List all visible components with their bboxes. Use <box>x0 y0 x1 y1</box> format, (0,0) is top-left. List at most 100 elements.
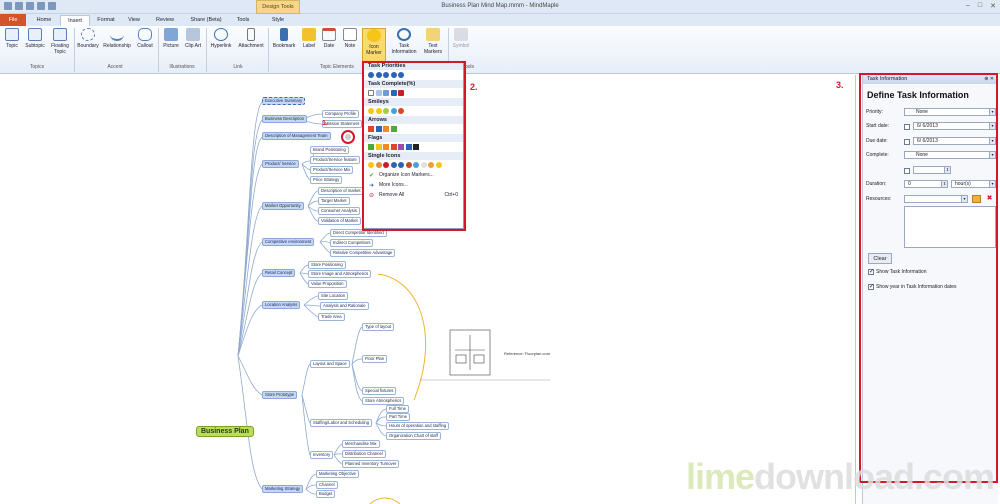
subtopic-company-profile[interactable]: Company Profile <box>322 110 359 118</box>
maximize-icon[interactable]: □ <box>978 2 982 10</box>
attachment-button[interactable]: Attachment <box>236 28 266 49</box>
subtopic-distribution-channel[interactable]: Distribution Channel <box>342 450 386 458</box>
subtopic-description-of-market[interactable]: Description of market <box>318 187 364 195</box>
hyperlink-label: Hyperlink <box>210 43 232 49</box>
note-label: Note <box>344 43 356 49</box>
boundary-icon <box>81 28 95 41</box>
label-label: Label <box>302 43 316 49</box>
title-bar: Business Plan Mind Map.mmm - MindMaple D… <box>0 0 1000 14</box>
add-marker-icon[interactable] <box>345 134 351 140</box>
subtopic-layout-and-space[interactable]: Layout and Space <box>310 360 350 368</box>
picture-button[interactable]: Picture <box>160 28 182 49</box>
tab-home[interactable]: Home <box>30 15 58 26</box>
subtopic-value-proposition[interactable]: Value Proposition <box>308 280 347 288</box>
subtopic-special-fixtures[interactable]: Special fixtures <box>362 387 397 395</box>
topic-location-analysis[interactable]: Location Analysis <box>262 301 301 309</box>
subtopic-label: Subtopic <box>25 43 45 49</box>
subtopic-organization-chart[interactable]: Organization Chart of staff <box>386 432 441 440</box>
subtopic-button[interactable]: Subtopic <box>23 28 47 49</box>
floating-topic-button[interactable]: Floating Topic <box>48 28 72 55</box>
topic-competitive-environment[interactable]: Competitive environment <box>262 238 315 246</box>
hyperlink-button[interactable]: Hyperlink <box>208 28 234 49</box>
boundary-button[interactable]: Boundary <box>76 28 100 49</box>
ribbon-separator <box>206 28 207 72</box>
subtopic-mission-statement[interactable]: Mission Statement <box>322 120 363 128</box>
subtopic-merchandise-mix[interactable]: Merchandise Mix <box>342 440 380 448</box>
subtopic-store-image[interactable]: Store Image and Atmospherics <box>308 270 372 278</box>
subtopic-product-mix[interactable]: Product/Service Mix <box>310 166 354 174</box>
subtopic-part-time[interactable]: Part Time <box>386 413 410 421</box>
icon-marker-label: Icon Marker <box>366 44 382 56</box>
subtopic-consumer-analysis[interactable]: Consumer Analysis <box>318 207 360 215</box>
boundary-label: Boundary <box>77 43 99 49</box>
tab-insert[interactable]: Insert <box>60 15 90 26</box>
subtopic-price-strategy[interactable]: Price Strategy <box>310 176 343 184</box>
subtopic-indirect-competitors[interactable]: Indirect Competitors <box>330 239 374 247</box>
relationship-icon <box>110 28 124 41</box>
tab-tools[interactable]: Tools <box>230 15 256 26</box>
annotation-three: 3. <box>836 80 844 90</box>
date-icon <box>322 28 336 41</box>
window-controls: – □ ✕ <box>966 2 996 10</box>
ribbon-tab-bar: File Home Insert Format View Review Shar… <box>0 14 1000 26</box>
bookmark-label: Bookmark <box>272 43 296 49</box>
subtopic-competitive-advantage[interactable]: Relative Competitive Advantage <box>330 249 396 257</box>
text-markers-button[interactable]: Text Markers <box>420 28 446 55</box>
icon-marker-button[interactable]: Icon Marker <box>362 28 386 62</box>
tab-review[interactable]: Review <box>150 15 180 26</box>
subtopic-store-atmospherics[interactable]: Store Atmospherics <box>362 397 405 405</box>
task-information-label: Task Information <box>391 43 417 55</box>
tab-view[interactable]: View <box>122 15 146 26</box>
date-button[interactable]: Date <box>320 28 338 49</box>
subtopic-store-positioning[interactable]: Store Positioning <box>308 261 346 269</box>
note-button[interactable]: Note <box>340 28 360 49</box>
subtopic-type-of-layout[interactable]: Type of layout <box>362 323 395 331</box>
topic-market-opportunity[interactable]: Market Opportunity <box>262 202 304 210</box>
subtopic-hours-of-operation[interactable]: Hours of operation and staffing <box>386 422 450 430</box>
bookmark-button[interactable]: Bookmark <box>270 28 298 49</box>
subtopic-site-location[interactable]: Site Location <box>318 292 349 300</box>
callout-button[interactable]: Callout <box>134 28 156 49</box>
topic-retail-concept[interactable]: Retail Concept <box>262 269 296 277</box>
topic-label: Topic <box>6 43 18 49</box>
subtopic-brand-positioning[interactable]: Brand Positioning <box>310 146 349 154</box>
subtopic-staffing[interactable]: Staffing/Labor and Scheduling <box>310 419 373 427</box>
symbol-label: Symbol <box>452 43 470 49</box>
central-topic[interactable]: Business Plan <box>196 426 254 437</box>
tab-format[interactable]: Format <box>92 15 120 26</box>
tab-share[interactable]: Share (Beta) <box>184 15 228 26</box>
subtopic-floor-plan[interactable]: Floor Plan <box>362 355 388 363</box>
subtopic-analysis-rationale[interactable]: Analysis and Rationale <box>320 302 369 310</box>
task-information-button[interactable]: Task Information <box>390 28 418 55</box>
annotation-box-menu <box>362 61 466 231</box>
clip-art-button[interactable]: Clip Art <box>184 28 202 49</box>
subtopic-inventory-turnover[interactable]: Planned Inventory Turnover <box>342 460 400 468</box>
picture-icon <box>164 28 178 41</box>
minimize-icon[interactable]: – <box>966 2 970 10</box>
subtopic-validation-of-market[interactable]: Validation of Market <box>318 217 361 225</box>
topic-marketing-strategy[interactable]: Marketing Strategy <box>262 485 304 493</box>
label-button[interactable]: Label <box>300 28 318 49</box>
topic-product-service[interactable]: Product/ Service <box>262 160 299 168</box>
topic-store-prototype[interactable]: Store Prototype <box>262 391 298 399</box>
subtopic-marketing-objective[interactable]: Marketing Objective <box>316 470 360 478</box>
subtopic-channel[interactable]: Channel <box>316 481 338 489</box>
topic-management-team[interactable]: Description of Management Team <box>262 132 331 140</box>
note-icon <box>343 28 357 41</box>
group-topic-elements: Topic Elements <box>320 64 354 70</box>
symbol-button[interactable]: Symbol <box>450 28 472 49</box>
subtopic-target-market[interactable]: Target Market <box>318 197 350 205</box>
subtopic-inventory[interactable]: Inventory <box>310 451 334 459</box>
close-icon[interactable]: ✕ <box>990 2 996 10</box>
tab-file[interactable]: File <box>0 14 26 26</box>
topic-button[interactable]: Topic <box>3 28 21 49</box>
subtopic-budget[interactable]: Budget <box>316 490 336 498</box>
tab-style[interactable]: Style <box>262 15 294 26</box>
relationship-button[interactable]: Relationship <box>102 28 132 49</box>
subtopic-full-time[interactable]: Full Time <box>386 405 409 413</box>
floorplan-reference: Reference: Floorplan.com <box>504 351 551 356</box>
topic-executive-summary[interactable]: Executive Summary <box>262 97 306 105</box>
subtopic-trade-area[interactable]: Trade Area <box>318 313 345 321</box>
subtopic-product-feature[interactable]: Product/Service feature <box>310 156 360 164</box>
topic-business-description[interactable]: Business Description <box>262 115 308 123</box>
